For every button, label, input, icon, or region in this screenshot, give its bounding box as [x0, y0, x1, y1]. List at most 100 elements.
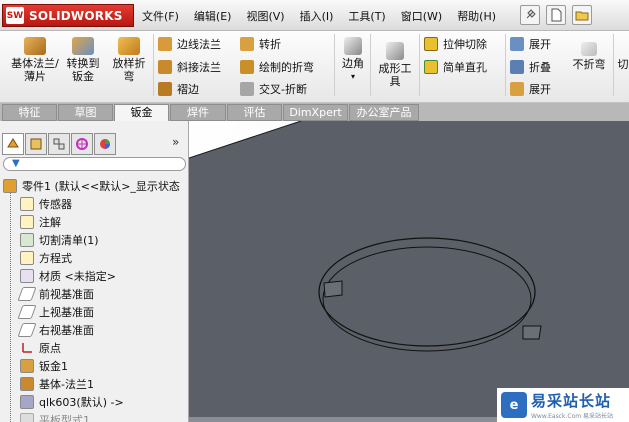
flat-pattern-icon	[20, 413, 34, 422]
tab-evaluate[interactable]: 评估	[227, 104, 282, 121]
base-flange-button[interactable]: 基体法兰/薄片	[10, 37, 60, 83]
tab-features[interactable]: 特征	[2, 104, 57, 121]
menu-insert[interactable]: 插入(I)	[300, 8, 334, 24]
edge-flange-label: 边线法兰	[177, 38, 221, 51]
tree-node-label: qlk603(默认) ->	[39, 396, 124, 409]
jog-button[interactable]: 转折	[240, 36, 281, 52]
tree-node-label: 注解	[39, 216, 61, 229]
miter-flange-label: 斜接法兰	[177, 61, 221, 74]
miter-flange-icon	[158, 60, 172, 74]
tab-office-products[interactable]: 办公室产品	[349, 104, 419, 121]
pin-icon[interactable]	[520, 5, 540, 25]
forming-tool-button[interactable]: 成形工具	[374, 42, 416, 88]
tree-node-equations[interactable]: 方程式	[20, 250, 72, 266]
jog-label: 转折	[259, 38, 281, 51]
sheet-metal-part-model[interactable]	[189, 121, 629, 422]
simple-hole-label: 简单直孔	[443, 61, 487, 74]
command-manager: 基体法兰/薄片 转换到钣金 放样折弯 边线法兰 斜接法兰 褶边 转折 绘制的折弯…	[0, 31, 629, 103]
property-manager-icon[interactable]	[25, 133, 47, 155]
no-bends-button[interactable]: 不折弯	[569, 42, 609, 71]
display-manager-icon[interactable]	[94, 133, 116, 155]
tab-weldments[interactable]: 焊件	[170, 104, 226, 121]
edge-flange-button[interactable]: 边线法兰	[158, 36, 221, 52]
convert-sheet-button[interactable]: 转换到钣金	[63, 37, 103, 83]
extruded-cut-button[interactable]: 拉伸切除	[424, 36, 487, 52]
tab-sketch[interactable]: 草图	[58, 104, 113, 121]
command-manager-tabs: 特征 草图 钣金 焊件 评估 DimXpert 办公室产品	[0, 103, 629, 122]
tree-node-right-plane[interactable]: 右视基准面	[17, 322, 94, 338]
feature-manager-icon[interactable]	[2, 133, 24, 155]
expand-panel-icon[interactable]: »	[172, 135, 179, 149]
menu-edit[interactable]: 编辑(E)	[194, 8, 232, 24]
tab-dimxpert[interactable]: DimXpert	[283, 104, 348, 121]
tree-filter-input[interactable]: ▼	[3, 157, 186, 171]
dimxpert-manager-icon[interactable]	[71, 133, 93, 155]
tree-node-top-plane[interactable]: 上视基准面	[17, 304, 94, 320]
tree-node-forming-tool[interactable]: qlk603(默认) ->	[20, 394, 124, 410]
plane-icon	[17, 323, 37, 337]
tree-node-flat-pattern[interactable]: 平板型式1	[20, 412, 90, 422]
base-flange-icon	[20, 377, 34, 391]
lofted-bend-button[interactable]: 放样折弯	[108, 37, 150, 83]
miter-flange-button[interactable]: 斜接法兰	[158, 59, 221, 75]
jog-icon	[240, 37, 254, 51]
tree-node-label: 原点	[39, 342, 61, 355]
flatten-icon	[510, 82, 524, 96]
configuration-manager-icon[interactable]	[48, 133, 70, 155]
sw-badge-icon: SW	[6, 7, 24, 24]
tree-node-label: 平板型式1	[39, 414, 90, 422]
sketched-bend-button[interactable]: 绘制的折弯	[240, 59, 314, 75]
unfold-label: 展开	[529, 38, 551, 51]
tab-sheet-metal[interactable]: 钣金	[114, 104, 169, 122]
tree-connector	[10, 190, 11, 422]
formed-tab-left	[323, 280, 343, 298]
lofted-bend-icon	[118, 37, 140, 55]
watermark-logo-icon: e	[501, 392, 527, 418]
tree-node-sensors[interactable]: 传感器	[20, 196, 72, 212]
corner-dropdown-icon[interactable]: ▾	[338, 70, 368, 83]
hem-label: 褶边	[177, 83, 199, 96]
sketched-bend-icon	[240, 60, 254, 74]
tree-node-label: 方程式	[39, 252, 72, 265]
flatten-label: 展开	[529, 83, 551, 96]
menu-view[interactable]: 视图(V)	[246, 8, 284, 24]
convert-sheet-label: 转换到钣金	[66, 57, 100, 83]
watermark-subtext: Www.Easck.Com 易采站长站	[531, 413, 613, 420]
graphics-area[interactable]	[189, 121, 629, 422]
simple-hole-button[interactable]: 简单直孔	[424, 59, 487, 75]
tree-node-base-flange[interactable]: 基体-法兰1	[20, 376, 94, 392]
more-tools-button[interactable]: 切	[617, 58, 629, 71]
more-tools-label: 切	[617, 58, 629, 71]
tree-node-label: 钣金1	[39, 360, 68, 373]
menu-window[interactable]: 窗口(W)	[401, 8, 442, 24]
tree-node-sheet-metal[interactable]: 钣金1	[20, 358, 68, 374]
tree-node-material[interactable]: 材质 <未指定>	[20, 268, 116, 284]
menu-help[interactable]: 帮助(H)	[457, 8, 496, 24]
new-doc-icon[interactable]	[546, 5, 566, 25]
menu-file[interactable]: 文件(F)	[142, 8, 179, 24]
tree-node-cut-list[interactable]: 切割清单(1)	[20, 232, 99, 248]
tree-node-origin[interactable]: 原点	[20, 340, 61, 356]
unfold-button[interactable]: 展开	[510, 36, 551, 52]
panel-tabs	[2, 133, 116, 155]
cross-break-button[interactable]: 交叉-折断	[240, 81, 307, 97]
toolbar-divider	[419, 34, 420, 96]
corner-button[interactable]: 边角 ▾	[338, 37, 368, 83]
no-bends-icon	[581, 42, 597, 56]
solidworks-logo[interactable]: SW SOLIDWORKS	[2, 4, 134, 27]
app-name: SOLIDWORKS	[29, 8, 123, 23]
hem-button[interactable]: 褶边	[158, 81, 199, 97]
flatten-button[interactable]: 展开	[510, 81, 551, 97]
sheet-metal-icon	[20, 359, 34, 373]
sensor-icon	[20, 197, 34, 211]
fold-label: 折叠	[529, 61, 551, 74]
tree-node-label: 材质 <未指定>	[39, 270, 116, 283]
watermark-text: 易采站长站	[531, 392, 612, 410]
tree-node-annotations[interactable]: 注解	[20, 214, 61, 230]
tree-root-part[interactable]: 零件1 (默认<<默认>_显示状态	[3, 178, 180, 194]
fold-button[interactable]: 折叠	[510, 59, 551, 75]
tree-node-label: 基体-法兰1	[39, 378, 94, 391]
open-icon[interactable]	[572, 5, 592, 25]
tree-node-front-plane[interactable]: 前视基准面	[17, 286, 94, 302]
menu-tools[interactable]: 工具(T)	[348, 8, 385, 24]
